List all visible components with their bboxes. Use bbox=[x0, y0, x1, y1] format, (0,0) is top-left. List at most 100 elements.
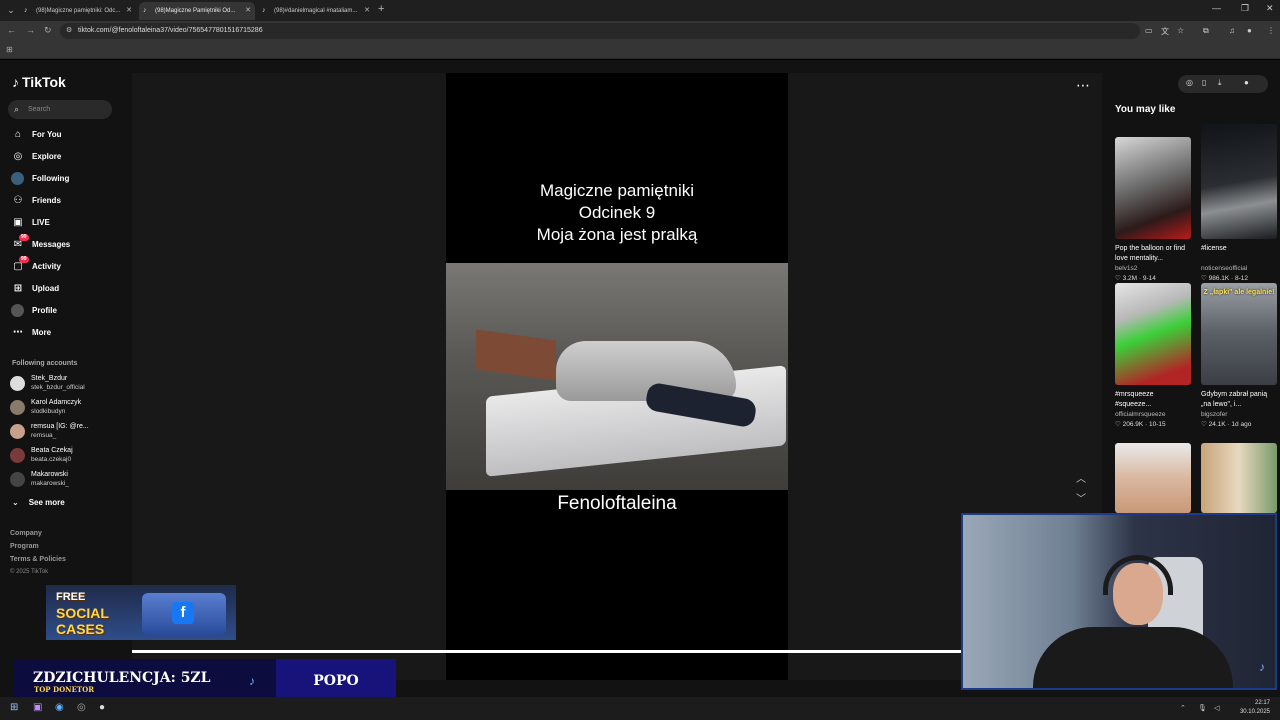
browser-tab-2[interactable]: ♪ (98)Magiczne Pamiętniki Od... ✕ bbox=[139, 2, 255, 20]
video-thumbnail bbox=[1201, 443, 1277, 513]
card-stats: ♡ 3.2M · 9-14 bbox=[1115, 275, 1156, 282]
next-video-icon[interactable]: ﹀ bbox=[1076, 490, 1086, 505]
video-progress-bar[interactable] bbox=[132, 650, 962, 653]
avatar bbox=[10, 400, 25, 415]
nav-activity[interactable]: ▢ 99 Activity bbox=[10, 256, 120, 276]
minimize-icon[interactable]: — bbox=[1212, 3, 1221, 13]
translate-icon[interactable]: 文 bbox=[1161, 26, 1169, 37]
nav-profile[interactable]: Profile bbox=[10, 302, 120, 320]
recommended-video-card[interactable]: #license noticenseofficial ♡ 986.1K · 8-… bbox=[1201, 124, 1277, 282]
nav-more[interactable]: ⋯ More bbox=[10, 324, 120, 342]
extensions-icon[interactable]: ⧉ bbox=[1203, 26, 1209, 36]
following-account[interactable]: Beata Czekaj beata.czekaj0 bbox=[10, 445, 126, 467]
heart-icon: ♡ bbox=[1201, 421, 1207, 428]
nav-following[interactable]: Following bbox=[10, 170, 120, 188]
compass-icon[interactable]: ◎ bbox=[1186, 78, 1193, 87]
reload-icon[interactable]: ↻ bbox=[44, 25, 52, 36]
phone-icon[interactable]: ▯ bbox=[1202, 78, 1206, 87]
search-icon: ⌕ bbox=[14, 104, 20, 114]
new-tab-button[interactable]: + bbox=[378, 3, 384, 15]
card-stats: ♡ 986.1K · 8-12 bbox=[1201, 275, 1249, 282]
address-bar-row: ← → ↻ ⚙ tiktok.com/@fenoloftaleina37/vid… bbox=[0, 21, 1280, 41]
user-avatar-icon[interactable]: ● bbox=[1244, 78, 1249, 87]
streamer-webcam: ♪ bbox=[961, 513, 1277, 690]
site-info-icon[interactable]: ⚙ bbox=[66, 23, 72, 39]
steam-icon[interactable]: ◎ bbox=[77, 702, 86, 713]
account-handle: stek_bzdur_official bbox=[31, 384, 85, 391]
windows-start-icon[interactable]: ⊞ bbox=[10, 702, 18, 713]
footer-terms-link[interactable]: Terms & Policies bbox=[10, 556, 66, 563]
profile-icon[interactable]: ● bbox=[1247, 26, 1252, 35]
download-icon[interactable]: ⤓ bbox=[1218, 78, 1222, 88]
nav-for-you[interactable]: ⌂ For You bbox=[10, 126, 120, 144]
nav-label: Upload bbox=[32, 284, 60, 293]
close-icon[interactable]: ✕ bbox=[364, 2, 370, 20]
recommended-video-card[interactable]: Z „łapki" ale legalnie! Gdybym zabrał pa… bbox=[1201, 283, 1277, 428]
browser-tab-strip: ⌄ ♪ (98)Magiczne pamiętniki: Odc... ✕ ♪ … bbox=[0, 0, 1280, 21]
heart-icon: ♡ bbox=[1201, 275, 1207, 282]
mic-icon[interactable]: 🎙 bbox=[1198, 704, 1207, 712]
promo-line: FREE bbox=[56, 591, 86, 603]
url-field[interactable]: ⚙ tiktok.com/@fenoloftaleina37/video/756… bbox=[60, 23, 1140, 39]
see-more-button[interactable]: ⌄ See more bbox=[12, 498, 65, 507]
video-thumbnail bbox=[1201, 124, 1277, 239]
video-player[interactable]: Magiczne pamiętniki Odcinek 9 Moja żona … bbox=[446, 73, 788, 680]
maximize-icon[interactable]: ❐ bbox=[1241, 3, 1249, 14]
account-name: Beata Czekaj bbox=[31, 447, 73, 454]
tiktok-logo[interactable]: ♪ TikTok bbox=[12, 74, 66, 90]
following-account[interactable]: Karol Adamczyk slodkibudyn bbox=[10, 397, 126, 419]
close-icon[interactable]: ✕ bbox=[245, 2, 251, 20]
following-account[interactable]: Makarowski makarowski_ bbox=[10, 469, 126, 491]
nav-label: Activity bbox=[32, 262, 61, 271]
nav-upload[interactable]: ⊞ Upload bbox=[10, 280, 120, 298]
apps-grid-icon[interactable]: ⊞ bbox=[6, 45, 13, 54]
tray-up-icon[interactable]: ⌃ bbox=[1180, 704, 1186, 712]
heart-icon: ♡ bbox=[1115, 275, 1121, 282]
headboard-shape bbox=[476, 329, 556, 381]
previous-video-icon[interactable]: ︿ bbox=[1076, 470, 1086, 485]
cast-icon[interactable]: ▭ bbox=[1145, 26, 1153, 35]
nav-label: LIVE bbox=[32, 218, 50, 227]
nav-live[interactable]: ▣ LIVE bbox=[10, 214, 120, 232]
footer-program-link[interactable]: Program bbox=[10, 543, 39, 550]
obs-icon[interactable]: ● bbox=[99, 702, 105, 713]
footer-company-link[interactable]: Company bbox=[10, 530, 42, 537]
back-icon[interactable]: ← bbox=[7, 25, 16, 35]
more-icon: ⋯ bbox=[13, 327, 23, 338]
card-author: noticenseofficial bbox=[1201, 265, 1248, 272]
recommended-video-card[interactable]: #mrsqueeze #squeeze... officialmrsqueeze… bbox=[1115, 283, 1191, 428]
volume-icon[interactable]: ◁ bbox=[1214, 704, 1219, 712]
chrome-icon[interactable]: ◉ bbox=[55, 702, 64, 713]
recommended-video-card[interactable] bbox=[1115, 443, 1191, 513]
activity-badge: 99 bbox=[19, 256, 29, 263]
nav-messages[interactable]: ✉ 99 Messages bbox=[10, 234, 120, 254]
taskbar-clock[interactable]: 22:17 30.10.2025 bbox=[1240, 699, 1270, 717]
following-account[interactable]: Stek_Bzdur stek_bzdur_official bbox=[10, 373, 126, 395]
tab-search-icon[interactable]: ⌄ bbox=[4, 3, 18, 17]
friends-icon: ⚇ bbox=[13, 195, 23, 206]
more-options-icon[interactable]: ⋯ bbox=[1076, 77, 1090, 94]
app-icon[interactable]: ▣ bbox=[33, 702, 42, 713]
nav-label: More bbox=[32, 328, 52, 337]
tab-label: (98)Magiczne Pamiętniki Od... bbox=[155, 8, 236, 14]
close-window-icon[interactable]: ✕ bbox=[1266, 3, 1274, 14]
clock-date: 30.10.2025 bbox=[1239, 709, 1270, 715]
browser-tab-3[interactable]: ♪ (98)#danielmagical #nataliam... ✕ bbox=[258, 2, 374, 20]
following-account[interactable]: remsua [IG: @re... remsua_ bbox=[10, 421, 126, 443]
search-input[interactable]: ⌕ Search bbox=[8, 100, 112, 119]
nav-friends[interactable]: ⚇ Friends bbox=[10, 192, 120, 210]
card-date: 10-15 bbox=[1149, 421, 1166, 428]
person-body-shape bbox=[1033, 627, 1233, 688]
media-icon[interactable]: ♫ bbox=[1229, 26, 1235, 35]
promo-line: SOCIAL bbox=[56, 605, 109, 621]
recommended-video-card[interactable] bbox=[1201, 443, 1277, 513]
nav-explore[interactable]: ◎ Explore bbox=[10, 148, 120, 166]
close-icon[interactable]: ✕ bbox=[126, 2, 132, 20]
stream-logo-icon: ♪ bbox=[249, 674, 255, 688]
bookmark-star-icon[interactable]: ☆ bbox=[1177, 26, 1184, 35]
forward-icon[interactable]: → bbox=[26, 25, 35, 35]
recommended-video-card[interactable]: Pop the balloon or find love mentality..… bbox=[1115, 137, 1191, 282]
browser-tab-1[interactable]: ♪ (98)Magiczne pamiętniki: Odc... ✕ bbox=[20, 2, 136, 20]
menu-kebab-icon[interactable]: ⋮ bbox=[1267, 26, 1275, 35]
promo-line: CASES bbox=[56, 621, 105, 637]
